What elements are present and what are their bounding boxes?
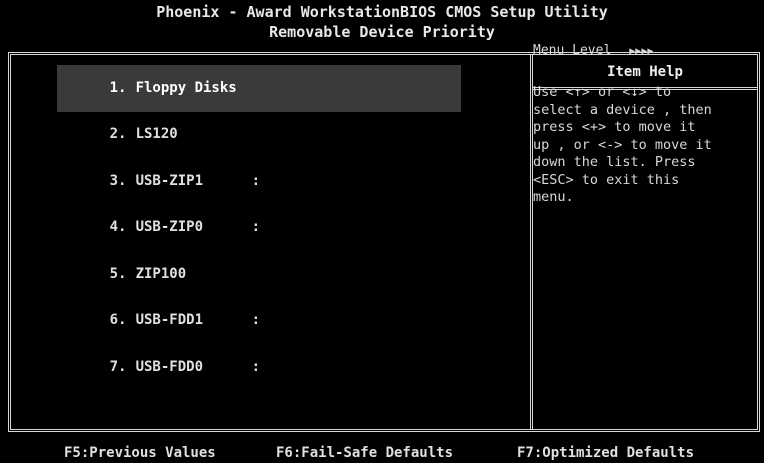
device-name: USB-ZIP0 bbox=[135, 219, 204, 235]
f7-optimized-defaults-key[interactable]: F7:Optimized Defaults bbox=[517, 445, 694, 461]
device-number: 5. bbox=[109, 265, 127, 282]
f5-previous-values-key[interactable]: F5:Previous Values bbox=[64, 445, 216, 461]
device-name: USB-ZIP1 bbox=[135, 172, 204, 189]
device-item-zip100[interactable]: 5. ZIP100 bbox=[57, 251, 461, 298]
device-number: 2. bbox=[109, 126, 127, 142]
menu-level: Menu Level ▶▶▶▶ bbox=[533, 43, 653, 58]
device-number: 7. bbox=[109, 358, 127, 375]
device-number: 3. bbox=[109, 172, 127, 189]
device-name: Floppy Disks bbox=[135, 79, 237, 96]
device-item-ls120[interactable]: 2. LS120 bbox=[57, 112, 461, 159]
device-number: 6. bbox=[109, 312, 127, 328]
device-item-usb-fdd0[interactable]: 7. USB-FDD0: bbox=[57, 344, 461, 391]
device-suffix: : bbox=[251, 312, 261, 328]
f6-fail-safe-defaults-key[interactable]: F6:Fail-Safe Defaults bbox=[276, 445, 453, 461]
device-name: LS120 bbox=[135, 126, 178, 142]
device-item-usb-zip0[interactable]: 4. USB-ZIP0: bbox=[57, 205, 461, 252]
menu-level-arrows-icon: ▶▶▶▶ bbox=[629, 46, 654, 57]
utility-title: Phoenix - Award WorkstationBIOS CMOS Set… bbox=[156, 3, 608, 21]
device-item-usb-fdd1[interactable]: 6. USB-FDD1: bbox=[57, 298, 461, 345]
item-help-title: Item Help bbox=[607, 64, 683, 80]
device-name: ZIP100 bbox=[135, 265, 187, 282]
bios-header: Phoenix - Award WorkstationBIOS CMOS Set… bbox=[0, 0, 764, 48]
device-number: 4. bbox=[109, 219, 127, 235]
device-name: USB-FDD1 bbox=[135, 312, 204, 328]
device-suffix: : bbox=[251, 219, 261, 235]
help-text: Use <↑> or <↓> to select a device , then… bbox=[533, 84, 712, 205]
device-item-usb-zip1[interactable]: 3. USB-ZIP1: bbox=[57, 158, 461, 205]
device-name: USB-FDD0 bbox=[135, 358, 204, 375]
footer-bar: F5:Previous Values F6:Fail-Safe Defaults… bbox=[0, 443, 764, 463]
menu-level-label: Menu Level bbox=[533, 43, 612, 58]
device-suffix: : bbox=[251, 172, 261, 189]
device-item-floppy-disks[interactable]: 1. Floppy Disks bbox=[57, 65, 461, 112]
device-suffix: : bbox=[251, 358, 261, 375]
device-number: 1. bbox=[109, 79, 127, 96]
page-title: Removable Device Priority bbox=[269, 23, 495, 41]
device-list: 1. Floppy Disks 2. LS120 3. USB-ZIP1: 4. USB… bbox=[57, 65, 461, 391]
